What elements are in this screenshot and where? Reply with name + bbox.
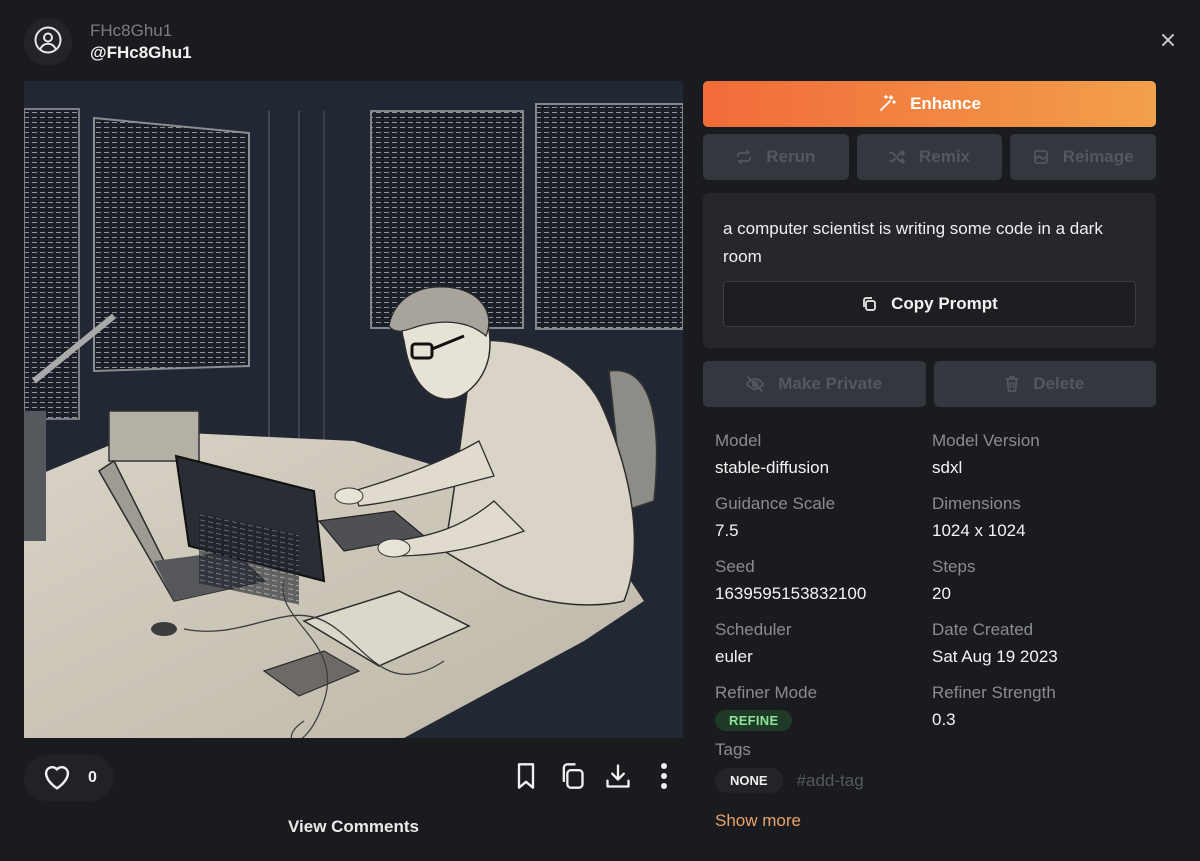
meta-value: 0.3 [932, 710, 956, 729]
enhance-label: Enhance [910, 94, 981, 113]
meta-label: Steps [932, 557, 976, 576]
author-header: FHc8Ghu1 @FHc8Ghu1 [24, 18, 192, 66]
eye-off-icon [746, 376, 765, 392]
close-icon [1161, 33, 1175, 52]
meta-refiner-mode: Refiner Mode REFINE [715, 681, 932, 738]
meta-label: Model [715, 431, 762, 450]
copy-icon [861, 296, 877, 312]
meta-dimensions: Dimensions 1024 x 1024 [932, 492, 1152, 549]
meta-value: sdxl [932, 458, 963, 477]
make-private-label: Make Private [778, 374, 883, 393]
shuffle-icon [889, 149, 905, 165]
tags-section: Tags NONE #add-tag [703, 738, 1156, 793]
meta-seed: Seed 1639595153832100 [715, 555, 932, 612]
like-button[interactable]: 0 [24, 755, 114, 801]
trash-icon [1005, 376, 1019, 392]
duplicate-button[interactable] [556, 760, 588, 796]
meta-label: Dimensions [932, 494, 1021, 513]
meta-value: euler [715, 647, 753, 666]
meta-scheduler: Scheduler euler [715, 618, 932, 675]
meta-value: 20 [932, 584, 951, 603]
bookmark-button[interactable] [510, 760, 542, 796]
reimage-button[interactable]: Reimage [1010, 134, 1157, 180]
more-options-button[interactable] [648, 760, 680, 796]
tag-badge[interactable]: NONE [715, 768, 783, 793]
copy-prompt-button[interactable]: Copy Prompt [723, 281, 1136, 327]
copy-prompt-label: Copy Prompt [891, 294, 998, 313]
tags-label: Tags [715, 740, 751, 759]
download-icon [604, 762, 632, 795]
user-circle-icon [33, 25, 63, 60]
meta-guidance-scale: Guidance Scale 7.5 [715, 492, 932, 549]
meta-label: Refiner Mode [715, 683, 818, 702]
avatar[interactable] [24, 18, 72, 66]
show-more-link[interactable]: Show more [703, 811, 1156, 831]
meta-value: 1024 x 1024 [932, 521, 1026, 540]
bookmark-icon [515, 762, 537, 795]
meta-value: Sat Aug 19 2023 [932, 647, 1058, 666]
meta-date-created: Date Created Sat Aug 19 2023 [932, 618, 1152, 675]
meta-value: 7.5 [715, 521, 739, 540]
refiner-mode-badge: REFINE [715, 710, 793, 731]
delete-button[interactable]: Delete [933, 361, 1156, 407]
meta-label: Scheduler [715, 620, 792, 639]
rerun-label: Rerun [766, 147, 816, 166]
meta-refiner-strength: Refiner Strength 0.3 [932, 681, 1152, 738]
delete-label: Delete [1033, 374, 1085, 393]
remix-button[interactable]: Remix [856, 134, 1003, 180]
reimage-label: Reimage [1062, 147, 1134, 166]
remix-label: Remix [918, 147, 971, 166]
generated-image[interactable] [24, 81, 683, 738]
prompt-box: a computer scientist is writing some cod… [703, 193, 1156, 348]
meta-label: Refiner Strength [932, 683, 1056, 702]
like-count: 0 [88, 769, 97, 786]
meta-label: Date Created [932, 620, 1034, 639]
prompt-text: a computer scientist is writing some cod… [723, 219, 1103, 266]
repeat-icon [736, 149, 752, 165]
copy-icon [558, 762, 586, 795]
meta-label: Guidance Scale [715, 494, 836, 513]
meta-model-version: Model Version sdxl [932, 429, 1152, 486]
image-action-bar [510, 760, 694, 796]
meta-value: stable-diffusion [715, 458, 830, 477]
make-private-button[interactable]: Make Private [703, 361, 926, 407]
download-button[interactable] [602, 760, 634, 796]
add-tag-input[interactable]: #add-tag [797, 771, 864, 791]
meta-label: Model Version [932, 431, 1040, 450]
view-comments-button[interactable]: View Comments [24, 817, 683, 837]
meta-model: Model stable-diffusion [715, 429, 932, 486]
metadata-grid: Model stable-diffusion Model Version sdx… [703, 429, 1156, 738]
image-detail-modal: FHc8Ghu1 @FHc8Ghu1 0 View Comments Enhan… [0, 0, 1200, 861]
heart-icon [40, 761, 74, 796]
rerun-button[interactable]: Rerun [703, 134, 849, 180]
close-button[interactable] [1156, 30, 1180, 54]
magic-wand-icon [878, 95, 896, 113]
more-vertical-icon [660, 762, 668, 795]
image-icon [1033, 149, 1049, 165]
meta-label: Seed [715, 557, 755, 576]
enhance-button[interactable]: Enhance [703, 81, 1156, 127]
meta-value: 1639595153832100 [715, 584, 867, 603]
meta-steps: Steps 20 [932, 555, 1152, 612]
user-handle[interactable]: @FHc8Ghu1 [90, 42, 192, 64]
details-panel: Enhance Rerun Remix Reimage a computer s… [703, 81, 1157, 831]
user-name: FHc8Ghu1 [90, 21, 173, 40]
